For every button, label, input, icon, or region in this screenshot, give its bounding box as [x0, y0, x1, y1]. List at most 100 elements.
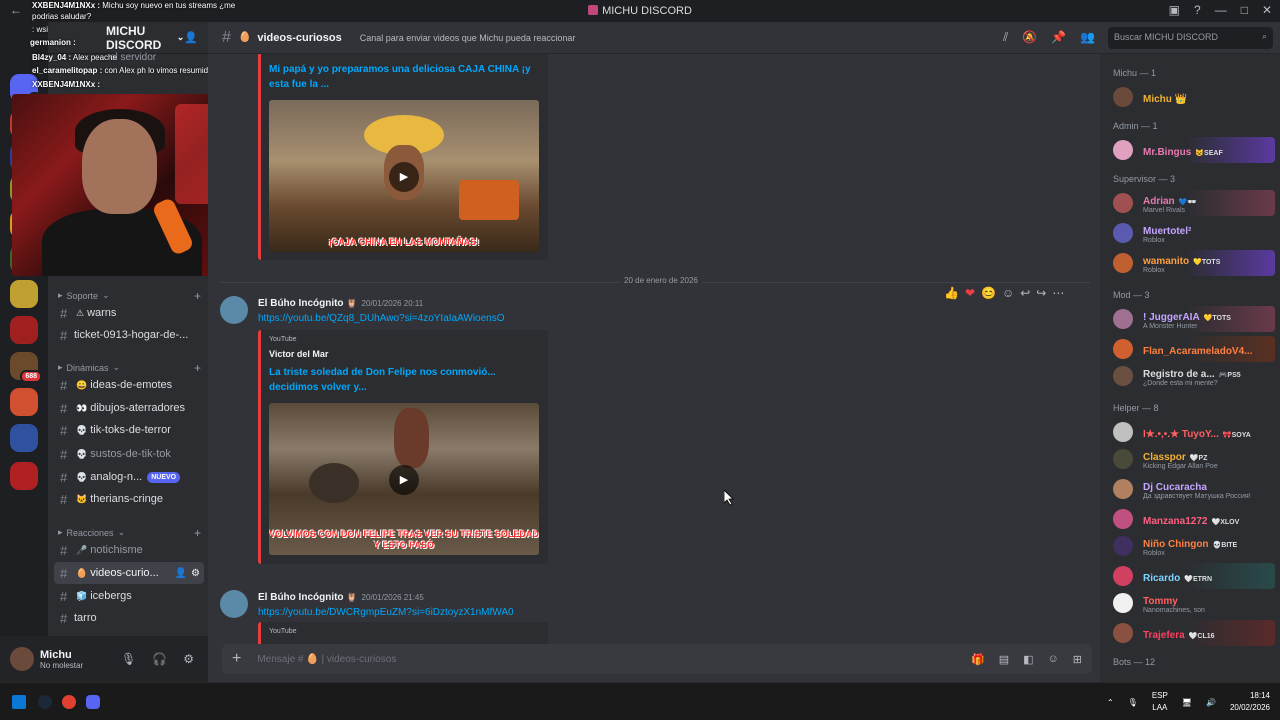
play-icon[interactable]: ▶ [389, 162, 419, 192]
pin-icon[interactable]: 📌 [1051, 30, 1066, 45]
channel-item[interactable]: # ⚠ warns [54, 302, 204, 324]
close-button[interactable]: ✕ [1262, 3, 1272, 17]
more-options-icon[interactable]: ⋯ [1052, 286, 1064, 300]
channel-name: videos-curiosos [257, 31, 342, 44]
maximize-button[interactable]: □ [1241, 3, 1248, 17]
steam-icon[interactable] [38, 695, 52, 709]
threads-icon[interactable]: ⫽ [1003, 30, 1008, 45]
server-icon[interactable] [10, 280, 38, 308]
help-icon[interactable]: ? [1194, 3, 1201, 17]
member-item[interactable]: I★.•,•.★ TuyoY... 🎀SOYA [1113, 419, 1275, 445]
forward-icon[interactable]: ↪ [1036, 286, 1046, 300]
category-label: Dinámicas [66, 362, 109, 373]
apps-icon[interactable]: ⊞ [1073, 653, 1082, 666]
minimize-button[interactable]: — [1215, 3, 1227, 17]
server-icon[interactable] [10, 316, 38, 344]
server-icon[interactable] [10, 462, 38, 490]
channel-item[interactable]: # 💀 analog-n... NUEVO [54, 466, 204, 488]
category-label: Reacciones [66, 527, 114, 538]
sticker-icon[interactable]: ◧ [1023, 653, 1033, 666]
channel-category[interactable]: ▸ Soporte ⌄ + [58, 289, 203, 303]
emoji-icon[interactable]: ☺ [1048, 653, 1059, 666]
member-item[interactable]: Manzana1272 🤍XLOV [1113, 506, 1275, 532]
invite-icon[interactable]: 👤 [175, 568, 187, 579]
channel-item[interactable]: # 🧊 icebergs [54, 585, 204, 607]
member-item[interactable]: Mr.Bingus 😺SEAF [1113, 137, 1275, 163]
member-item[interactable]: ! JuggerAIA 💛TOTS A Monster Hunter [1113, 306, 1275, 332]
channel-item[interactable]: # 💀 sustos-de-tik-tok [54, 443, 204, 465]
system-clock[interactable]: 18:14 20/02/2026 [1230, 690, 1270, 714]
member-item[interactable]: Trajefera 🤍CL16 [1113, 620, 1275, 646]
member-item[interactable]: Adrian 💙🕶 Marvel Rivals [1113, 190, 1275, 216]
network-icon[interactable]: 🖥 [1182, 698, 1192, 707]
chevron-up-icon[interactable]: ⌃ [1107, 698, 1114, 707]
language-indicator[interactable]: ESP LAA [1152, 690, 1168, 714]
embed-title[interactable]: La triste soledad de Don Felipe nos conm… [269, 365, 540, 395]
embed-title[interactable]: Mi papá y yo preparamos una deliciosa CA… [269, 62, 540, 92]
server-icon[interactable]: 688 [10, 352, 42, 383]
discord-icon[interactable] [86, 695, 100, 709]
channel-settings-icon[interactable]: ⚙ [191, 568, 200, 579]
channel-category[interactable]: ▸ Dinámicas ⌄ + [58, 361, 203, 375]
member-item[interactable]: Tommy Nanomachines, son [1113, 590, 1275, 616]
chrome-icon[interactable] [62, 695, 76, 709]
message-link[interactable]: https://youtu.be/DWCRgmpEuZM?si=6iDztoyz… [258, 607, 514, 618]
avatar[interactable] [220, 296, 248, 324]
members-icon[interactable]: 👥 [1080, 30, 1095, 45]
member-item[interactable]: Registro de a... 🎮PS5 ¿Donde esta mi mente… [1113, 363, 1275, 389]
gift-icon[interactable]: 🎁 [971, 653, 985, 666]
member-item[interactable]: wamanito 💛TOTS Roblox [1113, 250, 1275, 276]
inbox-icon[interactable]: ▣ [1169, 3, 1180, 17]
embed-author[interactable]: Victor del Mar [269, 349, 540, 359]
channel-item[interactable]: # 👀 dibujos-aterradores [54, 397, 204, 419]
channel-item[interactable]: # 💀 tik-toks-de-terror [54, 419, 204, 441]
channel-item[interactable]: # 🥚 videos-curio... 👤 ⚙ [54, 562, 204, 584]
member-tag: 😺SEAF [1195, 149, 1223, 157]
windows-start-icon[interactable] [12, 695, 26, 709]
member-name: Registro de a... [1143, 369, 1215, 380]
add-channel-icon[interactable]: + [194, 361, 201, 375]
mic-icon[interactable]: 🎙 [121, 652, 136, 666]
video-thumbnail[interactable]: ▶ ¡CAJA CHINA EN LAS MONTAÑAS! [269, 100, 539, 252]
message-link[interactable]: https://youtu.be/QZq8_DUhAwo?si=4zoYIaIa… [258, 313, 505, 324]
message-author[interactable]: El Búho Incógnito [258, 298, 344, 309]
headphones-icon[interactable]: 🎧 [152, 652, 167, 666]
member-item[interactable]: Ricardo 🤍ETRN [1113, 563, 1275, 589]
member-item[interactable]: Dj Cucaracha Да здравствует Матушка Росси… [1113, 476, 1275, 502]
member-item[interactable]: Classpor 🤍PZ Kicking Edgar Allan Poe [1113, 446, 1275, 472]
add-reaction-icon[interactable]: ☺ [1002, 286, 1014, 300]
channel-item[interactable]: # 😀 ideas-de-emotes [54, 374, 204, 396]
avatar[interactable] [10, 647, 34, 671]
video-thumbnail[interactable]: ▶ VOLVIMOS CON DON FELIPE TRAS VER SU TR… [269, 403, 539, 555]
channel-item[interactable]: # 🐱 therians-cringe [54, 488, 204, 510]
channel-emoji-icon: ⚠ [76, 307, 85, 318]
add-attachment-icon[interactable]: + [232, 650, 241, 668]
gif-icon[interactable]: ▤ [999, 653, 1009, 666]
member-item[interactable]: Muertotel² Roblox [1113, 220, 1275, 246]
avatar[interactable] [220, 590, 248, 618]
member-item[interactable]: Niño Chingon 💀BITE Roblox [1113, 533, 1275, 559]
mic-tray-icon[interactable]: 🎙 [1128, 698, 1138, 707]
add-channel-icon[interactable]: + [194, 526, 201, 540]
add-channel-icon[interactable]: + [194, 289, 201, 303]
heart-reaction-icon[interactable]: ❤ [965, 286, 975, 300]
message-composer[interactable]: + Mensaje # 🥚 | videos-curiosos 🎁 ▤ ◧ ☺ … [222, 644, 1092, 674]
smile-reaction-icon[interactable]: 😊 [981, 286, 996, 300]
server-icon[interactable] [10, 388, 38, 416]
mute-bell-icon[interactable]: 🔕 [1022, 30, 1037, 45]
thumbs-up-reaction-icon[interactable]: 👍 [944, 286, 959, 300]
settings-gear-icon[interactable]: ⚙ [183, 652, 194, 666]
member-item[interactable]: Michu 👑 [1113, 84, 1275, 110]
channel-item[interactable]: # ticket-0913-hogar-de-... [54, 324, 204, 346]
play-icon[interactable]: ▶ [389, 465, 419, 495]
search-input[interactable]: Buscar MICHU DISCORD ⌕ [1108, 27, 1273, 49]
reply-icon[interactable]: ↩ [1020, 286, 1030, 300]
channel-item[interactable]: # 🎤 notichisme [54, 539, 204, 561]
volume-icon[interactable]: 🔊 [1206, 698, 1216, 707]
channel-item[interactable]: # tarro [54, 607, 204, 629]
member-item[interactable]: Flan_AcarameladoV4... [1113, 336, 1275, 362]
channel-topic[interactable]: Canal para enviar videos que Michu pueda… [360, 33, 576, 43]
channel-category[interactable]: ▸ Reacciones ⌄ + [58, 526, 203, 540]
server-icon[interactable] [10, 424, 38, 452]
message-author[interactable]: El Búho Incógnito [258, 592, 344, 603]
